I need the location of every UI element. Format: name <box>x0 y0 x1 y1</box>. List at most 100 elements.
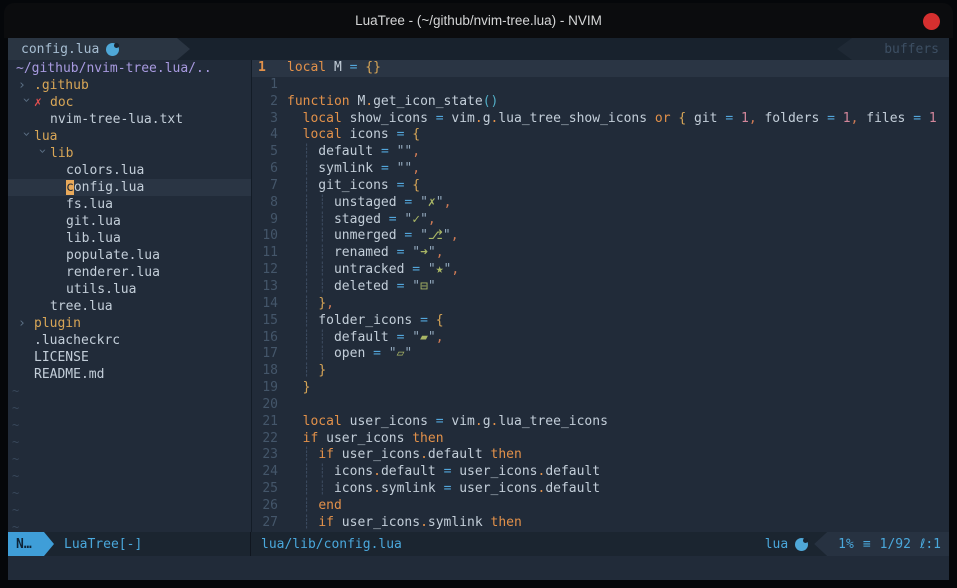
tree-row[interactable]: populate.lua <box>8 247 251 264</box>
tilde-marker: ~ <box>8 383 251 400</box>
editor-pane[interactable]: 1local M = {}12function M.get_icon_state… <box>252 60 949 532</box>
tree-row[interactable]: nvim-tree-lua.txt <box>8 111 251 128</box>
chevron-down-icon[interactable]: › <box>18 96 35 112</box>
code-line[interactable]: 5 ┊ default = "", <box>252 144 949 161</box>
tab-config-lua[interactable]: config.lua <box>8 38 190 60</box>
code-line[interactable]: 2function M.get_icon_state() <box>252 94 949 111</box>
scroll-percent: 1% <box>838 537 854 552</box>
code-text: ┊ ┊ unmerged = "⎇", <box>287 228 459 245</box>
code-line[interactable]: 16 ┊ ┊ default = "▰", <box>252 330 949 347</box>
code-line[interactable]: 24 ┊ ┊ icons.default = user_icons.defaul… <box>252 464 949 481</box>
main-area: ~/github/nvim-tree.lua/..›.github›✗docnv… <box>8 60 949 532</box>
code-line[interactable]: 23 ┊ if user_icons.default then <box>252 447 949 464</box>
chevron-down-icon[interactable]: › <box>18 130 35 146</box>
code-line[interactable]: 8 ┊ ┊ unstaged = "✗", <box>252 195 949 212</box>
window-title: LuaTree - (~/github/nvim-tree.lua) - NVI… <box>355 13 602 28</box>
code-text: local M = {} <box>287 60 381 77</box>
tree-row[interactable]: ›.github <box>8 77 251 94</box>
tree-row[interactable]: .luacheckrc <box>8 332 251 349</box>
tilde-marker: ~ <box>8 434 251 451</box>
line-number: 24 <box>252 464 278 481</box>
code-line[interactable]: 9 ┊ ┊ staged = "✓", <box>252 212 949 229</box>
lines-icon: ≡ <box>863 537 871 552</box>
lua-icon <box>795 538 808 551</box>
code-line[interactable]: 19 } <box>252 380 949 397</box>
tree-row[interactable]: fs.lua <box>8 196 251 213</box>
tree-row[interactable]: config.lua <box>8 179 251 196</box>
line-number: 2 <box>252 94 278 111</box>
code-text: ┊ ┊ deleted = "⊟" <box>287 279 436 296</box>
tree-item-label: lib <box>50 146 73 161</box>
tree-item-label: lua <box>34 129 57 144</box>
tree-item-label: .github <box>34 78 89 93</box>
line-number: 11 <box>252 245 278 262</box>
line-number: 8 <box>252 195 278 212</box>
code-text: local icons = { <box>287 127 420 144</box>
command-line[interactable] <box>8 556 949 580</box>
tree-item-label: lib.lua <box>66 231 121 246</box>
code-text: } <box>287 380 310 397</box>
code-line[interactable]: 17 ┊ ┊ open = "▱" <box>252 346 949 363</box>
code-text: ┊ ┊ icons.default = user_icons.default <box>287 464 600 481</box>
tree-row[interactable]: ›plugin <box>8 315 251 332</box>
tree-item-label: colors.lua <box>66 163 144 178</box>
close-button[interactable] <box>923 13 940 30</box>
code-line[interactable]: 14 ┊ }, <box>252 296 949 313</box>
code-line[interactable]: 6 ┊ symlink = "", <box>252 161 949 178</box>
code-line[interactable]: 22 if user_icons then <box>252 431 949 448</box>
tree-item-label: README.md <box>34 367 104 382</box>
code-line[interactable]: 25 ┊ ┊ icons.symlink = user_icons.defaul… <box>252 481 949 498</box>
code-line[interactable]: 26 ┊ end <box>252 498 949 515</box>
code-line[interactable]: 15 ┊ folder_icons = { <box>252 313 949 330</box>
tree-row[interactable]: colors.lua <box>8 162 251 179</box>
code-text: ┊ ┊ renamed = "➜", <box>287 245 444 262</box>
file-tree-pane[interactable]: ~/github/nvim-tree.lua/..›.github›✗docnv… <box>8 60 251 532</box>
mode-indicator: N… <box>8 532 54 556</box>
tree-row[interactable]: LICENSE <box>8 349 251 366</box>
code-line[interactable]: 18 ┊ } <box>252 363 949 380</box>
code-text: local user_icons = vim.g.lua_tree_icons <box>287 414 608 431</box>
code-line[interactable]: 3 local show_icons = vim.g.lua_tree_show… <box>252 111 949 128</box>
code-text: local show_icons = vim.g.lua_tree_show_i… <box>287 111 937 128</box>
code-line[interactable]: 10 ┊ ┊ unmerged = "⎇", <box>252 228 949 245</box>
tree-row[interactable]: utils.lua <box>8 281 251 298</box>
tree-row[interactable]: ›lua <box>8 128 251 145</box>
code-line[interactable]: 21 local user_icons = vim.g.lua_tree_ico… <box>252 414 949 431</box>
code-line[interactable]: 11 ┊ ┊ renamed = "➜", <box>252 245 949 262</box>
code-text: ┊ ┊ open = "▱" <box>287 346 412 363</box>
tree-row[interactable]: ›lib <box>8 145 251 162</box>
tree-row[interactable]: git.lua <box>8 213 251 230</box>
code-line[interactable]: 7 ┊ git_icons = { <box>252 178 949 195</box>
code-line[interactable]: 20 <box>252 397 949 414</box>
line-number: 9 <box>252 212 278 229</box>
code-line[interactable]: 1local M = {} <box>252 60 949 77</box>
tree-row[interactable]: renderer.lua <box>8 264 251 281</box>
tree-row[interactable]: README.md <box>8 366 251 383</box>
tree-item-label: .luacheckrc <box>34 333 120 348</box>
tree-row[interactable]: ~/github/nvim-tree.lua/.. <box>8 60 251 77</box>
code-line[interactable]: 4 local icons = { <box>252 127 949 144</box>
line-number: 15 <box>252 313 278 330</box>
tree-row[interactable]: tree.lua <box>8 298 251 315</box>
buffers-label: buffers <box>837 38 949 60</box>
position-indicator: 1% ≡ 1/92 ℓ:1 <box>814 532 949 556</box>
line-number: 19 <box>252 380 278 397</box>
code-line[interactable]: 12 ┊ ┊ untracked = "★", <box>252 262 949 279</box>
code-text: ┊ } <box>287 363 326 380</box>
tilde-marker: ~ <box>8 468 251 485</box>
tree-row[interactable]: lib.lua <box>8 230 251 247</box>
tree-row[interactable]: ›✗doc <box>8 94 251 111</box>
line-number: 20 <box>252 397 278 414</box>
chevron-right-icon[interactable]: › <box>18 77 34 94</box>
code-text: ┊ symlink = "", <box>287 161 420 178</box>
chevron-right-icon[interactable]: › <box>18 315 34 332</box>
chevron-down-icon[interactable]: › <box>34 147 51 163</box>
tree-item-label: doc <box>50 95 73 110</box>
code-line[interactable]: 27 ┊ if user_icons.symlink then <box>252 515 949 532</box>
line-number: 21 <box>252 414 278 431</box>
statusline-right: lua 1% ≡ 1/92 ℓ:1 <box>765 532 949 556</box>
code-line[interactable]: 1 <box>252 77 949 94</box>
tree-item-label: renderer.lua <box>66 265 160 280</box>
code-line[interactable]: 13 ┊ ┊ deleted = "⊟" <box>252 279 949 296</box>
line-number: 18 <box>252 363 278 380</box>
